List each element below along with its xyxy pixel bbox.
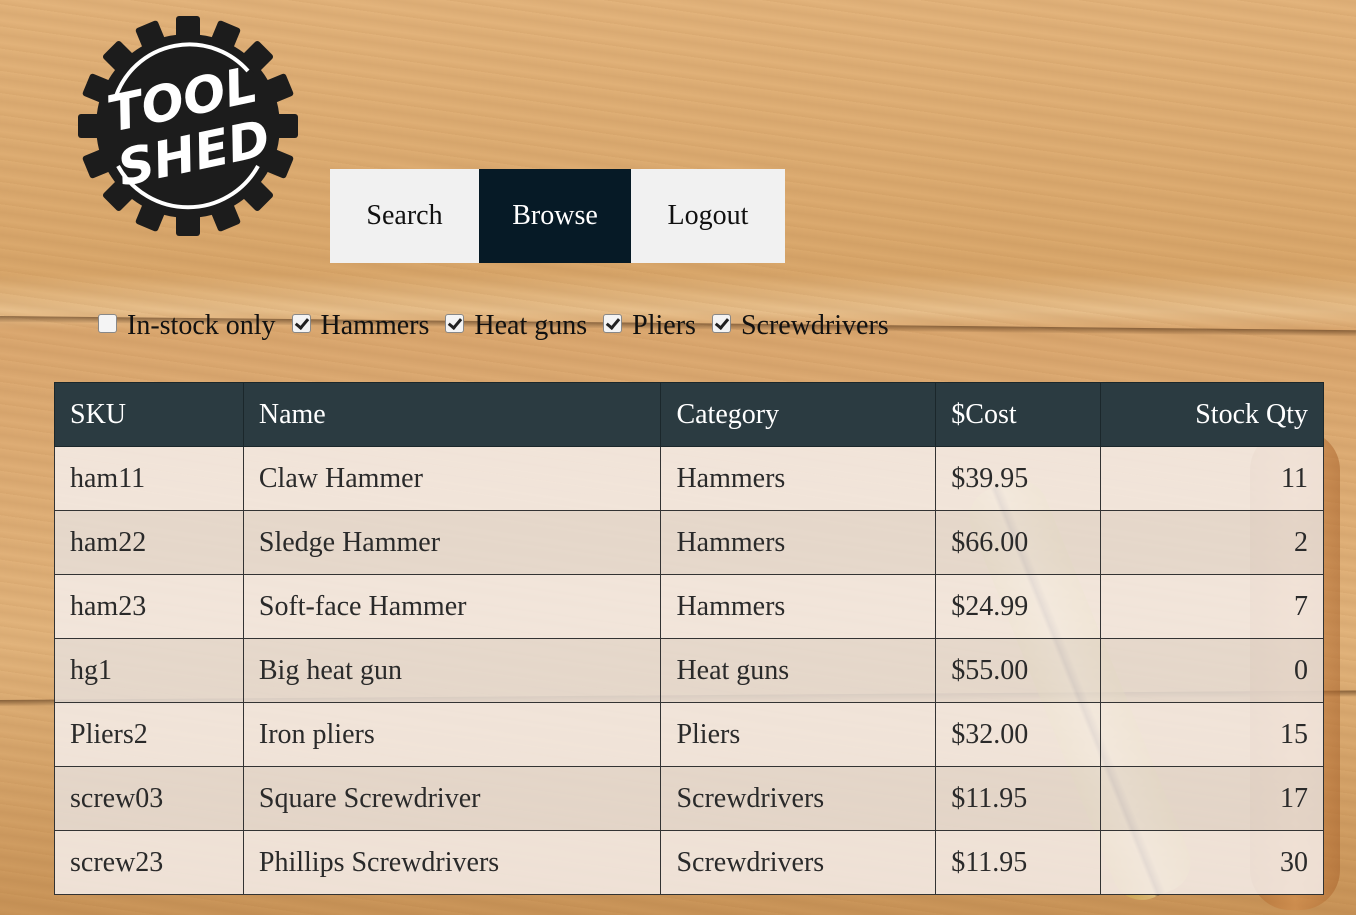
column-header-cost: $Cost	[935, 382, 1102, 447]
filter-label: Hammers	[320, 310, 430, 341]
category-filters: In-stock only Hammers Heat guns Pliers S…	[98, 310, 905, 342]
filter-label: Pliers	[632, 310, 696, 341]
cell-name: Iron pliers	[242, 702, 662, 767]
table-row: ham22 Sledge Hammer Hammers $66.00 2	[54, 510, 1324, 575]
column-header-category: Category	[660, 382, 937, 447]
screwdrivers-checkbox[interactable]	[711, 313, 731, 333]
cell-category: Heat guns	[660, 638, 937, 703]
cell-stock-qty: 11	[1100, 446, 1324, 511]
cell-name: Square Screwdriver	[242, 766, 662, 831]
table-row: ham23 Soft-face Hammer Hammers $24.99 7	[54, 574, 1324, 639]
cell-sku: screw03	[54, 766, 244, 831]
cell-cost: $11.95	[935, 766, 1102, 831]
cell-sku: ham11	[54, 446, 244, 511]
cell-sku: screw23	[54, 830, 244, 895]
column-header-stock-qty: Stock Qty	[1100, 382, 1324, 447]
cell-category: Hammers	[660, 446, 937, 511]
column-header-name: Name	[242, 382, 662, 447]
cell-sku: hg1	[54, 638, 244, 703]
filter-hammers[interactable]: Hammers	[291, 310, 430, 342]
cell-cost: $32.00	[935, 702, 1102, 767]
cell-name: Soft-face Hammer	[242, 574, 662, 639]
nav-search-button[interactable]: Search	[330, 169, 479, 263]
inventory-table: SKU Name Category $Cost Stock Qty ham11 …	[54, 382, 1324, 895]
nav-logout-button[interactable]: Logout	[631, 169, 785, 263]
cell-sku: Pliers2	[54, 702, 244, 767]
table-row: ham11 Claw Hammer Hammers $39.95 11	[54, 446, 1324, 511]
table-row: screw03 Square Screwdriver Screwdrivers …	[54, 766, 1324, 831]
filter-label: In-stock only	[127, 310, 276, 341]
cell-name: Sledge Hammer	[242, 510, 662, 575]
cell-category: Pliers	[660, 702, 937, 767]
filter-in-stock-only[interactable]: In-stock only	[98, 310, 276, 342]
cell-stock-qty: 0	[1100, 638, 1324, 703]
cell-name: Claw Hammer	[242, 446, 662, 511]
cell-cost: $66.00	[935, 510, 1102, 575]
tool-shed-logo: TOOL SHED	[78, 16, 298, 236]
hammers-checkbox[interactable]	[291, 313, 311, 333]
cell-cost: $11.95	[935, 830, 1102, 895]
cell-sku: ham23	[54, 574, 244, 639]
cell-stock-qty: 30	[1100, 830, 1324, 895]
filter-pliers[interactable]: Pliers	[603, 310, 696, 342]
table-row: hg1 Big heat gun Heat guns $55.00 0	[54, 638, 1324, 703]
cell-stock-qty: 7	[1100, 574, 1324, 639]
cell-stock-qty: 15	[1100, 702, 1324, 767]
table-header-row: SKU Name Category $Cost Stock Qty	[54, 382, 1324, 447]
nav-browse-button[interactable]: Browse	[479, 169, 631, 263]
cell-stock-qty: 17	[1100, 766, 1324, 831]
cell-name: Phillips Screwdrivers	[242, 830, 662, 895]
table-row: screw23 Phillips Screwdrivers Screwdrive…	[54, 830, 1324, 895]
main-nav: Search Browse Logout	[330, 169, 785, 263]
column-header-sku: SKU	[54, 382, 244, 447]
filter-label: Screwdrivers	[740, 310, 889, 341]
filter-heat-guns[interactable]: Heat guns	[445, 310, 587, 342]
table-row: Pliers2 Iron pliers Pliers $32.00 15	[54, 702, 1324, 767]
cell-category: Hammers	[660, 574, 937, 639]
heat-guns-checkbox[interactable]	[445, 313, 465, 333]
cell-stock-qty: 2	[1100, 510, 1324, 575]
filter-screwdrivers[interactable]: Screwdrivers	[711, 310, 889, 342]
cell-category: Screwdrivers	[660, 766, 937, 831]
in-stock-only-checkbox[interactable]	[98, 313, 117, 333]
cell-cost: $55.00	[935, 638, 1102, 703]
cell-cost: $24.99	[935, 574, 1102, 639]
cell-sku: ham22	[54, 510, 244, 575]
cell-category: Hammers	[660, 510, 937, 575]
filter-label: Heat guns	[474, 310, 588, 341]
cell-cost: $39.95	[935, 446, 1102, 511]
cell-category: Screwdrivers	[660, 830, 937, 895]
cell-name: Big heat gun	[242, 638, 662, 703]
pliers-checkbox[interactable]	[603, 313, 623, 333]
